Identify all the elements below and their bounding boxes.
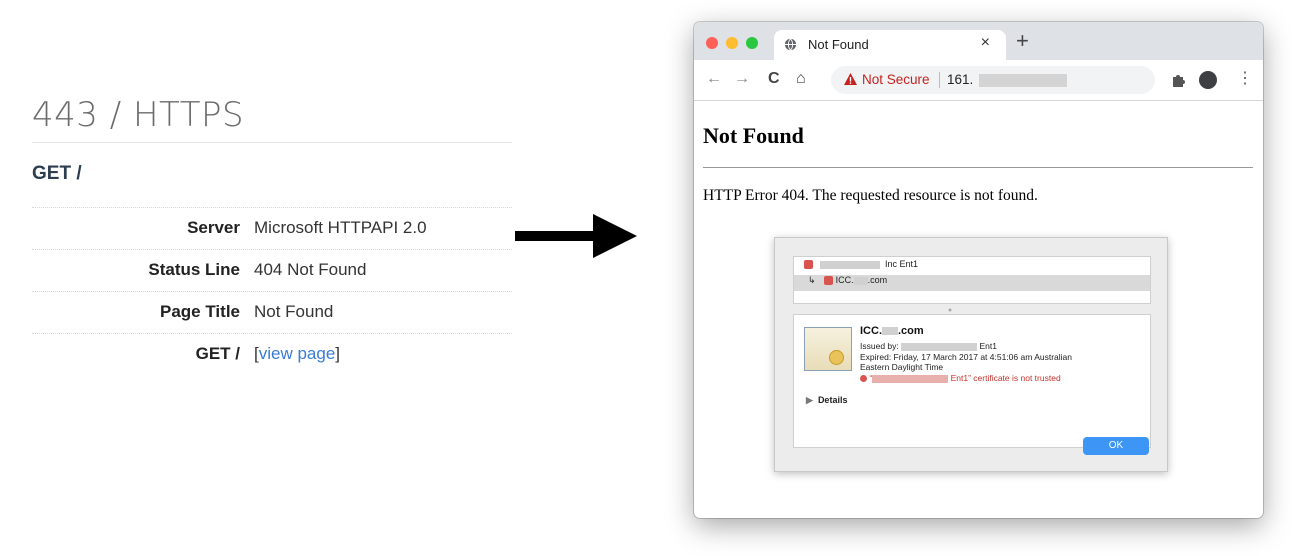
browser-toolbar: ← → C ⌂ Not Secure 161. ☆ ⋮ xyxy=(694,60,1263,101)
page-heading: Not Found xyxy=(703,123,804,148)
arrow-right-icon xyxy=(515,214,637,258)
cert-error-icon xyxy=(804,260,813,270)
trust-error: “ Ent1” certificate is not trusted xyxy=(860,373,1061,383)
row-key: Page Title xyxy=(160,302,240,321)
back-icon[interactable]: ← xyxy=(706,70,722,88)
disclosure-triangle-icon: ▶ xyxy=(806,395,813,405)
certificate-chain-list: Inc Ent1 ↳ ICC. .com xyxy=(793,256,1151,304)
forward-icon[interactable]: → xyxy=(734,70,750,88)
row-value: 404 Not Found xyxy=(254,260,367,279)
browser-window: Not Found × + ← → C ⌂ Not Secure 161. ☆ … xyxy=(694,22,1263,518)
error-icon xyxy=(860,375,867,383)
info-row-status-line: Status Line 404 Not Found xyxy=(32,249,512,292)
issued-by: Issued by: Ent1 xyxy=(860,341,997,351)
zoom-window-button[interactable] xyxy=(746,37,758,49)
page-content: Not Found HTTP Error 404. The requested … xyxy=(694,101,1263,518)
certificate-icon xyxy=(804,327,852,371)
minimize-window-button[interactable] xyxy=(726,37,738,49)
child-arrow-icon: ↳ xyxy=(808,275,816,285)
info-row-get: GET / [view page] xyxy=(32,333,512,376)
home-icon[interactable]: ⌂ xyxy=(796,70,806,88)
redacted-text xyxy=(819,260,880,269)
row-value: Microsoft HTTPAPI 2.0 xyxy=(254,218,427,237)
page-divider xyxy=(703,167,1253,168)
expired-line-1: Expired: Friday, 17 March 2017 at 4:51:0… xyxy=(860,352,1072,362)
row-key: Server xyxy=(187,218,240,237)
view-page-link[interactable]: view page xyxy=(259,344,336,363)
tab-title: Not Found xyxy=(808,37,869,52)
ok-button[interactable]: OK xyxy=(1083,437,1149,455)
profile-avatar[interactable] xyxy=(1199,71,1217,89)
info-row-server: Server Microsoft HTTPAPI 2.0 xyxy=(32,207,512,250)
new-tab-button[interactable]: + xyxy=(1016,28,1029,54)
expired-line-2: Eastern Daylight Time xyxy=(860,362,944,372)
common-name: ICC. .com xyxy=(860,325,924,337)
redacted-url xyxy=(979,74,1067,87)
list-item[interactable]: Inc Ent1 xyxy=(794,259,1150,275)
close-window-button[interactable] xyxy=(706,37,718,49)
section-heading: GET / xyxy=(32,163,82,184)
splitter-handle[interactable] xyxy=(775,308,1167,312)
reload-icon[interactable]: C xyxy=(768,70,780,88)
close-tab-icon[interactable]: × xyxy=(981,34,990,52)
list-item-label: ICC. xyxy=(835,275,854,285)
row-key: GET / xyxy=(195,344,240,363)
extensions-icon[interactable] xyxy=(1170,72,1186,88)
cert-error-icon xyxy=(824,276,834,286)
certificate-details-panel: ICC. .com Issued by: Ent1 Expired: Friday… xyxy=(793,314,1151,448)
url-text: 161. xyxy=(947,72,974,87)
warning-icon xyxy=(844,73,857,85)
globe-icon xyxy=(784,38,797,51)
menu-icon[interactable]: ⋮ xyxy=(1237,68,1253,88)
omnibox-divider xyxy=(939,72,940,88)
address-bar[interactable]: Not Secure 161. ☆ xyxy=(831,66,1155,94)
error-message: HTTP Error 404. The requested resource i… xyxy=(703,187,1038,204)
row-value: [view page] xyxy=(254,344,340,364)
list-item[interactable]: ↳ ICC. .com xyxy=(794,275,1150,291)
certificate-dialog: Inc Ent1 ↳ ICC. .com ICC. .com Issued by: … xyxy=(774,237,1168,472)
redacted-text xyxy=(853,276,868,285)
bracket-close: ] xyxy=(335,344,341,363)
tab-strip: Not Found × + xyxy=(694,22,1263,60)
list-item-label: Inc Ent1 xyxy=(885,259,919,269)
info-row-page-title: Page Title Not Found xyxy=(32,291,512,334)
tab-not-found[interactable]: Not Found × xyxy=(774,30,1006,60)
port-title: 443 / HTTPS xyxy=(32,95,245,135)
list-item-label: .com xyxy=(867,275,888,285)
details-disclosure[interactable]: ▶ Details xyxy=(806,395,847,406)
title-divider xyxy=(32,142,512,143)
row-key: Status Line xyxy=(148,260,240,279)
not-secure-label[interactable]: Not Secure xyxy=(862,72,930,87)
row-value: Not Found xyxy=(254,302,334,321)
